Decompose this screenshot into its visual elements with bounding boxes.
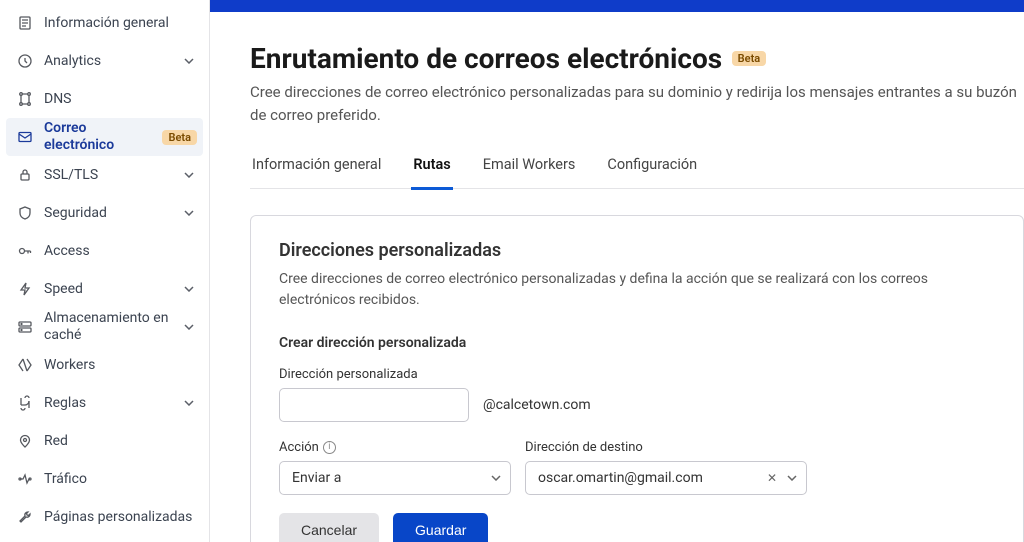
sidebar-item-workers[interactable]: Workers <box>0 346 209 384</box>
sidebar-item-label: Tráfico <box>44 471 197 488</box>
dns-icon <box>16 90 34 108</box>
sidebar-item-label: Access <box>44 243 197 260</box>
bolt-icon <box>16 280 34 298</box>
sidebar-item-label: Red <box>44 433 197 450</box>
sidebar-item-label: Información general <box>44 15 197 32</box>
chevron-down-icon <box>181 172 197 178</box>
content: Enrutamiento de correos electrónicos Bet… <box>210 12 1024 542</box>
tab-email-workers[interactable]: Email Workers <box>481 148 578 188</box>
sidebar-item-label: Correo electrónico <box>44 120 156 154</box>
sidebar-item-dns[interactable]: DNS <box>0 80 209 118</box>
row-custom-address: Dirección personalizada @calcetown.com <box>279 367 995 422</box>
access-icon <box>16 242 34 260</box>
sidebar-item-reglas[interactable]: Reglas <box>0 384 209 422</box>
sidebar-item-access[interactable]: Access <box>0 232 209 270</box>
page-header: Enrutamiento de correos electrónicos Bet… <box>250 42 1024 126</box>
sidebar-item-p-ginas-personalizadas[interactable]: Páginas personalizadas <box>0 498 209 536</box>
sidebar-item-almacenamiento-en-cach[interactable]: Almacenamiento en caché <box>0 308 209 346</box>
row-action-dest: Acción i Enviar a <box>279 440 995 495</box>
tabs: Información general Rutas Email Workers … <box>250 148 1024 189</box>
action-label: Acción i <box>279 440 511 455</box>
action-select-value: Enviar a <box>292 470 341 486</box>
tab-config[interactable]: Configuración <box>605 148 699 188</box>
sidebar-item-seguridad[interactable]: Seguridad <box>0 194 209 232</box>
beta-badge: Beta <box>732 51 767 66</box>
sidebar: Información general Analytics DNS Correo el… <box>0 0 210 542</box>
dest-field: Dirección de destino oscar.omartin@gmail… <box>525 440 807 495</box>
custom-address-input[interactable] <box>279 388 469 422</box>
sidebar-item-label: Speed <box>44 281 181 298</box>
page-title: Enrutamiento de correos electrónicos <box>250 42 722 75</box>
app-root: Información general Analytics DNS Correo el… <box>0 0 1024 542</box>
sidebar-item-ssl-tls[interactable]: SSL/TLS <box>0 156 209 194</box>
chevron-down-icon <box>181 286 197 292</box>
chevron-down-icon <box>181 210 197 216</box>
sidebar-item-tr-fico[interactable]: Tráfico <box>0 460 209 498</box>
custom-address-field: Dirección personalizada <box>279 367 469 422</box>
tab-overview[interactable]: Información general <box>250 148 383 188</box>
sidebar-item-correo-electr-nico[interactable]: Correo electrónico Beta <box>6 118 203 156</box>
sidebar-item-label: Workers <box>44 357 197 374</box>
wrench-icon <box>16 508 34 526</box>
cache-icon <box>16 318 34 336</box>
clear-icon[interactable]: ✕ <box>767 471 777 485</box>
card-heading: Direcciones personalizadas <box>279 240 995 261</box>
top-brand-bar <box>210 0 1024 12</box>
sidebar-item-informaci-n-general[interactable]: Información general <box>0 4 209 42</box>
beta-badge: Beta <box>162 130 197 145</box>
sidebar-item-analytics[interactable]: Analytics <box>0 42 209 80</box>
sidebar-item-label: Seguridad <box>44 205 181 222</box>
rules-icon <box>16 394 34 412</box>
shield-icon <box>16 204 34 222</box>
traffic-icon <box>16 470 34 488</box>
main: Enrutamiento de correos electrónicos Bet… <box>210 0 1024 542</box>
sidebar-item-speed[interactable]: Speed <box>0 270 209 308</box>
sidebar-item-red[interactable]: Red <box>0 422 209 460</box>
sidebar-item-label: Reglas <box>44 395 181 412</box>
action-label-text: Acción <box>279 440 319 455</box>
chevron-down-icon <box>181 324 197 330</box>
form-buttons: Cancelar Guardar <box>279 513 995 542</box>
clock-icon <box>16 52 34 70</box>
sidebar-item-label: Páginas personalizadas <box>44 509 197 526</box>
custom-addresses-card: Direcciones personalizadas Cree direccio… <box>250 215 1024 542</box>
dest-select[interactable]: oscar.omartin@gmail.com ✕ <box>525 461 807 495</box>
sidebar-item-label: DNS <box>44 91 197 108</box>
card-desc: Cree direcciones de correo electrónico p… <box>279 269 995 311</box>
tab-routes[interactable]: Rutas <box>411 148 452 190</box>
page-subtitle: Cree direcciones de correo electrónico p… <box>250 81 1024 126</box>
chevron-down-icon <box>181 58 197 64</box>
chevron-down-icon <box>491 475 501 481</box>
create-address-subhead: Crear dirección personalizada <box>279 335 995 351</box>
chevron-down-icon <box>181 400 197 406</box>
pin-icon <box>16 432 34 450</box>
dest-select-value: oscar.omartin@gmail.com <box>538 470 703 486</box>
action-select[interactable]: Enviar a <box>279 461 511 495</box>
workers-icon <box>16 356 34 374</box>
domain-suffix: @calcetown.com <box>483 397 591 413</box>
save-button[interactable]: Guardar <box>393 513 488 542</box>
action-field: Acción i Enviar a <box>279 440 511 495</box>
sidebar-item-label: Analytics <box>44 53 181 70</box>
chevron-down-icon <box>787 475 797 481</box>
mail-icon <box>16 128 34 146</box>
custom-address-label: Dirección personalizada <box>279 367 469 382</box>
doc-icon <box>16 14 34 32</box>
cancel-button[interactable]: Cancelar <box>279 513 379 542</box>
info-icon[interactable]: i <box>323 441 336 454</box>
dest-label: Dirección de destino <box>525 440 807 455</box>
sidebar-item-label: SSL/TLS <box>44 167 181 184</box>
lock-icon <box>16 166 34 184</box>
sidebar-item-label: Almacenamiento en caché <box>44 310 181 344</box>
